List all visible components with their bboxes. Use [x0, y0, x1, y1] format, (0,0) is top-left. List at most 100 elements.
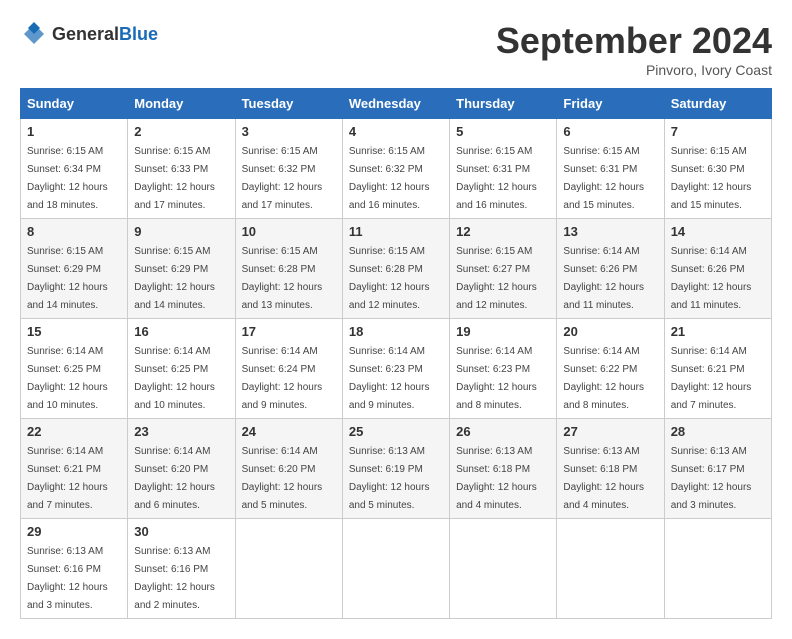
calendar-week-3: 15 Sunrise: 6:14 AMSunset: 6:25 PMDaylig…: [21, 319, 772, 419]
day-number: 9: [134, 224, 228, 239]
calendar-cell: 13 Sunrise: 6:14 AMSunset: 6:26 PMDaylig…: [557, 219, 664, 319]
calendar-week-5: 29 Sunrise: 6:13 AMSunset: 6:16 PMDaylig…: [21, 519, 772, 619]
day-number: 18: [349, 324, 443, 339]
logo-icon: [20, 20, 48, 48]
calendar-cell: 1 Sunrise: 6:15 AMSunset: 6:34 PMDayligh…: [21, 119, 128, 219]
day-info: Sunrise: 6:14 AMSunset: 6:20 PMDaylight:…: [242, 446, 323, 511]
calendar-cell: [664, 519, 771, 619]
day-number: 24: [242, 424, 336, 439]
header-friday: Friday: [557, 89, 664, 119]
calendar-cell: 10 Sunrise: 6:15 AMSunset: 6:28 PMDaylig…: [235, 219, 342, 319]
calendar-cell: 28 Sunrise: 6:13 AMSunset: 6:17 PMDaylig…: [664, 419, 771, 519]
calendar-cell: 12 Sunrise: 6:15 AMSunset: 6:27 PMDaylig…: [450, 219, 557, 319]
day-number: 26: [456, 424, 550, 439]
calendar-cell: 29 Sunrise: 6:13 AMSunset: 6:16 PMDaylig…: [21, 519, 128, 619]
day-number: 27: [563, 424, 657, 439]
calendar-week-2: 8 Sunrise: 6:15 AMSunset: 6:29 PMDayligh…: [21, 219, 772, 319]
calendar-cell: 21 Sunrise: 6:14 AMSunset: 6:21 PMDaylig…: [664, 319, 771, 419]
calendar-cell: 19 Sunrise: 6:14 AMSunset: 6:23 PMDaylig…: [450, 319, 557, 419]
calendar-week-1: 1 Sunrise: 6:15 AMSunset: 6:34 PMDayligh…: [21, 119, 772, 219]
calendar-cell: 15 Sunrise: 6:14 AMSunset: 6:25 PMDaylig…: [21, 319, 128, 419]
day-info: Sunrise: 6:13 AMSunset: 6:17 PMDaylight:…: [671, 446, 752, 511]
day-info: Sunrise: 6:14 AMSunset: 6:21 PMDaylight:…: [671, 346, 752, 411]
calendar-cell: 2 Sunrise: 6:15 AMSunset: 6:33 PMDayligh…: [128, 119, 235, 219]
calendar-cell: 30 Sunrise: 6:13 AMSunset: 6:16 PMDaylig…: [128, 519, 235, 619]
calendar-cell: 20 Sunrise: 6:14 AMSunset: 6:22 PMDaylig…: [557, 319, 664, 419]
calendar-table: Sunday Monday Tuesday Wednesday Thursday…: [20, 88, 772, 619]
month-title: September 2024: [496, 20, 772, 62]
calendar-cell: 18 Sunrise: 6:14 AMSunset: 6:23 PMDaylig…: [342, 319, 449, 419]
calendar-cell: 11 Sunrise: 6:15 AMSunset: 6:28 PMDaylig…: [342, 219, 449, 319]
day-number: 2: [134, 124, 228, 139]
calendar-cell: [235, 519, 342, 619]
day-info: Sunrise: 6:13 AMSunset: 6:16 PMDaylight:…: [27, 546, 108, 611]
day-info: Sunrise: 6:15 AMSunset: 6:29 PMDaylight:…: [134, 246, 215, 311]
calendar-cell: 17 Sunrise: 6:14 AMSunset: 6:24 PMDaylig…: [235, 319, 342, 419]
day-number: 25: [349, 424, 443, 439]
day-info: Sunrise: 6:14 AMSunset: 6:26 PMDaylight:…: [563, 246, 644, 311]
calendar-cell: [557, 519, 664, 619]
title-block: September 2024 Pinvoro, Ivory Coast: [496, 20, 772, 78]
day-info: Sunrise: 6:14 AMSunset: 6:24 PMDaylight:…: [242, 346, 323, 411]
day-number: 30: [134, 524, 228, 539]
day-info: Sunrise: 6:14 AMSunset: 6:23 PMDaylight:…: [456, 346, 537, 411]
day-info: Sunrise: 6:13 AMSunset: 6:16 PMDaylight:…: [134, 546, 215, 611]
day-info: Sunrise: 6:14 AMSunset: 6:20 PMDaylight:…: [134, 446, 215, 511]
day-number: 11: [349, 224, 443, 239]
calendar-cell: 24 Sunrise: 6:14 AMSunset: 6:20 PMDaylig…: [235, 419, 342, 519]
calendar-cell: 26 Sunrise: 6:13 AMSunset: 6:18 PMDaylig…: [450, 419, 557, 519]
day-number: 15: [27, 324, 121, 339]
logo: GeneralBlue: [20, 20, 158, 48]
calendar-cell: 8 Sunrise: 6:15 AMSunset: 6:29 PMDayligh…: [21, 219, 128, 319]
calendar-cell: 3 Sunrise: 6:15 AMSunset: 6:32 PMDayligh…: [235, 119, 342, 219]
day-info: Sunrise: 6:13 AMSunset: 6:19 PMDaylight:…: [349, 446, 430, 511]
day-number: 20: [563, 324, 657, 339]
day-number: 14: [671, 224, 765, 239]
day-info: Sunrise: 6:14 AMSunset: 6:25 PMDaylight:…: [27, 346, 108, 411]
calendar-cell: 27 Sunrise: 6:13 AMSunset: 6:18 PMDaylig…: [557, 419, 664, 519]
calendar-cell: 22 Sunrise: 6:14 AMSunset: 6:21 PMDaylig…: [21, 419, 128, 519]
day-number: 10: [242, 224, 336, 239]
calendar-cell: 9 Sunrise: 6:15 AMSunset: 6:29 PMDayligh…: [128, 219, 235, 319]
day-info: Sunrise: 6:15 AMSunset: 6:28 PMDaylight:…: [242, 246, 323, 311]
calendar-cell: 6 Sunrise: 6:15 AMSunset: 6:31 PMDayligh…: [557, 119, 664, 219]
day-number: 22: [27, 424, 121, 439]
logo-text: GeneralBlue: [52, 24, 158, 45]
calendar-header-row: Sunday Monday Tuesday Wednesday Thursday…: [21, 89, 772, 119]
day-info: Sunrise: 6:15 AMSunset: 6:28 PMDaylight:…: [349, 246, 430, 311]
calendar-cell: 16 Sunrise: 6:14 AMSunset: 6:25 PMDaylig…: [128, 319, 235, 419]
day-info: Sunrise: 6:15 AMSunset: 6:29 PMDaylight:…: [27, 246, 108, 311]
calendar-cell: 23 Sunrise: 6:14 AMSunset: 6:20 PMDaylig…: [128, 419, 235, 519]
day-number: 29: [27, 524, 121, 539]
day-info: Sunrise: 6:15 AMSunset: 6:34 PMDaylight:…: [27, 146, 108, 211]
day-info: Sunrise: 6:15 AMSunset: 6:32 PMDaylight:…: [242, 146, 323, 211]
day-number: 21: [671, 324, 765, 339]
day-info: Sunrise: 6:14 AMSunset: 6:26 PMDaylight:…: [671, 246, 752, 311]
day-number: 6: [563, 124, 657, 139]
day-number: 8: [27, 224, 121, 239]
day-number: 19: [456, 324, 550, 339]
calendar-cell: 5 Sunrise: 6:15 AMSunset: 6:31 PMDayligh…: [450, 119, 557, 219]
page-header: GeneralBlue September 2024 Pinvoro, Ivor…: [20, 20, 772, 78]
day-number: 28: [671, 424, 765, 439]
day-number: 23: [134, 424, 228, 439]
day-info: Sunrise: 6:15 AMSunset: 6:31 PMDaylight:…: [456, 146, 537, 211]
day-info: Sunrise: 6:14 AMSunset: 6:21 PMDaylight:…: [27, 446, 108, 511]
day-number: 7: [671, 124, 765, 139]
day-info: Sunrise: 6:13 AMSunset: 6:18 PMDaylight:…: [456, 446, 537, 511]
day-number: 12: [456, 224, 550, 239]
header-monday: Monday: [128, 89, 235, 119]
day-info: Sunrise: 6:14 AMSunset: 6:25 PMDaylight:…: [134, 346, 215, 411]
location: Pinvoro, Ivory Coast: [496, 62, 772, 78]
day-number: 3: [242, 124, 336, 139]
calendar-cell: 25 Sunrise: 6:13 AMSunset: 6:19 PMDaylig…: [342, 419, 449, 519]
day-number: 17: [242, 324, 336, 339]
day-info: Sunrise: 6:14 AMSunset: 6:23 PMDaylight:…: [349, 346, 430, 411]
calendar-cell: 7 Sunrise: 6:15 AMSunset: 6:30 PMDayligh…: [664, 119, 771, 219]
day-info: Sunrise: 6:15 AMSunset: 6:27 PMDaylight:…: [456, 246, 537, 311]
calendar-cell: 14 Sunrise: 6:14 AMSunset: 6:26 PMDaylig…: [664, 219, 771, 319]
day-info: Sunrise: 6:14 AMSunset: 6:22 PMDaylight:…: [563, 346, 644, 411]
day-number: 5: [456, 124, 550, 139]
calendar-cell: [450, 519, 557, 619]
calendar-week-4: 22 Sunrise: 6:14 AMSunset: 6:21 PMDaylig…: [21, 419, 772, 519]
